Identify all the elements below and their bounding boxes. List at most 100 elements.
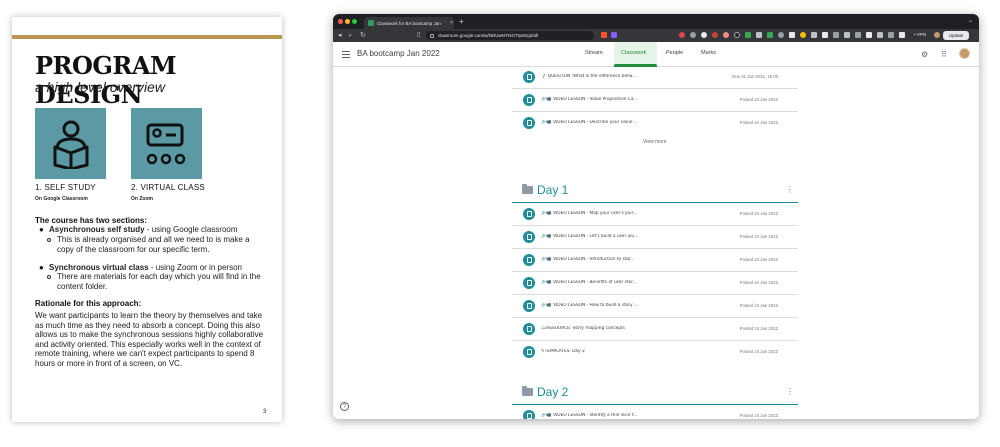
browser-tab-classwork[interactable]: Classwork for BA bootcamp Jan ×: [364, 17, 454, 29]
item-title: 🔗📹 VIDEO LESSON - Value Proposition Ca..…: [541, 97, 638, 102]
topic-name: Day 1: [537, 183, 569, 197]
self-study-sub: On Google Classroom: [35, 196, 88, 202]
download-icon[interactable]: [877, 32, 883, 38]
settings-gear-icon[interactable]: ⚙: [921, 50, 928, 59]
list-item[interactable]: 🔗📹 VIDEO LESSON - Benefits of user stor.…: [512, 272, 798, 295]
material-icon: [523, 254, 535, 266]
extension-icon[interactable]: [800, 32, 806, 38]
extension-icon[interactable]: [844, 32, 850, 38]
list-item[interactable]: ❓ QUESTION :What is the difference betw.…: [512, 66, 798, 89]
bookmark-icon[interactable]: ▯: [417, 31, 420, 38]
vpn-button[interactable]: • VPN: [914, 32, 926, 37]
list-item[interactable]: 🔗📹 VIDEO LESSON - Describe your value ..…: [512, 112, 798, 135]
extension-icon[interactable]: [734, 32, 740, 38]
extension-icon[interactable]: [767, 32, 773, 38]
brave-rewards-icon[interactable]: [611, 32, 617, 38]
profile-avatar-icon[interactable]: [934, 32, 940, 38]
extension-icon[interactable]: [789, 32, 795, 38]
virtual-class-card: [131, 108, 202, 179]
class-title[interactable]: BA bootcamp Jan 2022: [357, 49, 440, 58]
list-item[interactable]: 🔗📹 VIDEO LESSON - Map your user's jour..…: [512, 203, 798, 226]
topic-more-options-icon[interactable]: ⋮: [786, 387, 794, 396]
item-date: Due 31 Jan 2022, 18:00: [732, 74, 778, 79]
topic-more-options-icon[interactable]: ⋮: [786, 185, 794, 194]
list-item[interactable]: 🔗📹 VIDEO LESSON - Introduction to stor..…: [512, 249, 798, 272]
forward-icon[interactable]: ▸: [349, 31, 353, 39]
item-date: Posted 24 Jan 2022: [739, 349, 778, 354]
classwork-content: ❓ QUESTION :What is the difference betw.…: [333, 67, 979, 419]
extension-icon[interactable]: [712, 32, 718, 38]
item-date: Posted 24 Jan 2022: [739, 303, 778, 308]
user-avatar[interactable]: [959, 48, 970, 59]
browser-tab-bar: Classwork for BA bootcamp Jan × + ⌄: [333, 14, 979, 29]
assignment-icon: [523, 71, 535, 83]
list-item[interactable]: 🔗📹 VIDEO LESSON - How to build a story .…: [512, 295, 798, 318]
screenshot-stage: PROGRAM DESIGN a high level overview 1. …: [0, 0, 1000, 447]
list-item[interactable]: 📖RESOURCE: Story mapping concepts Posted…: [512, 318, 798, 341]
hamburger-menu-icon[interactable]: [342, 51, 350, 58]
gold-rule: [12, 35, 282, 39]
item-title: 🔗📹 VIDEO LESSON - Benefits of user stor.…: [541, 280, 637, 285]
new-tab-button[interactable]: +: [459, 17, 464, 26]
address-bar[interactable]: classroom.google.com/w/NDUwNTI4OTIyMzg3/…: [426, 31, 594, 40]
url-text: classroom.google.com/w/NDUwNTI4OTIyMzg3/…: [438, 33, 539, 38]
apps-grid-icon[interactable]: ⠿: [941, 50, 947, 59]
puzzle-icon[interactable]: [866, 32, 872, 38]
extension-icon[interactable]: [723, 32, 729, 38]
view-more-link[interactable]: View more: [643, 139, 667, 145]
browser-window: Classwork for BA bootcamp Jan × + ⌄ ◂ ▸ …: [333, 14, 979, 419]
tab-people[interactable]: People: [666, 50, 683, 56]
tab-stream[interactable]: Stream: [585, 50, 603, 56]
tab-close-icon[interactable]: ×: [450, 20, 453, 26]
list-item[interactable]: ✎TEMPLATES: Day 2 Posted 24 Jan 2022: [512, 341, 798, 364]
minimize-window-button[interactable]: [345, 19, 350, 24]
item-title: ✎TEMPLATES: Day 2: [541, 349, 585, 354]
material-icon: [523, 323, 535, 335]
extension-icon[interactable]: [690, 32, 696, 38]
extension-icon[interactable]: [679, 32, 685, 38]
extension-icon[interactable]: [833, 32, 839, 38]
self-study-card: [35, 108, 106, 179]
classroom-header: BA bootcamp Jan 2022 Stream Classwork Pe…: [333, 42, 979, 67]
virtual-class-label: 2. VIRTUAL CLASS: [131, 183, 205, 192]
list-item[interactable]: 🔗📹 VIDEO LESSON - Identify a thin slice …: [512, 405, 798, 419]
item-title: 🔗📹 VIDEO LESSON - How to build a story .…: [541, 303, 639, 308]
extension-icon[interactable]: [888, 32, 894, 38]
tab-marks[interactable]: Marks: [701, 50, 716, 56]
extension-icon[interactable]: [899, 32, 905, 38]
item-date: Posted 24 Jan 2022: [739, 280, 778, 285]
extension-icon[interactable]: [701, 32, 707, 38]
help-icon[interactable]: ?: [340, 402, 349, 411]
item-date: Posted 24 Jan 2022: [739, 413, 778, 418]
rationale-body: We want participants to learn the theory…: [35, 311, 264, 368]
material-icon: [523, 94, 535, 106]
topic-heading-day-1: Day 1: [522, 183, 568, 197]
brave-shield-icon[interactable]: [601, 32, 607, 38]
material-icon: [523, 346, 535, 358]
tab-classwork[interactable]: Classwork: [621, 50, 646, 56]
tab-search-chevron-icon[interactable]: ⌄: [968, 17, 973, 24]
item-title: 🔗📹 VIDEO LESSON - Introduction to stor..…: [541, 257, 635, 262]
self-study-label: 1. SELF STUDY: [35, 183, 96, 192]
material-icon: [523, 410, 535, 419]
extension-icon[interactable]: [756, 32, 762, 38]
update-button[interactable]: Update: [943, 31, 969, 40]
sub-bullet-circle: [47, 238, 51, 242]
extension-icon[interactable]: [778, 32, 784, 38]
maximize-window-button[interactable]: [352, 19, 357, 24]
extension-icon[interactable]: [822, 32, 828, 38]
item-title: 🔗📹 VIDEO LESSON - Describe your value ..…: [541, 120, 638, 125]
reload-icon[interactable]: ↻: [360, 31, 366, 39]
item-date: Posted 24 Jan 2022: [739, 257, 778, 262]
list-item[interactable]: 🔗📹 VIDEO LESSON - Let's build a user jou…: [512, 226, 798, 249]
list-item[interactable]: 🔗📹 VIDEO LESSON - Value Proposition Ca..…: [512, 89, 798, 112]
extension-icon[interactable]: [855, 32, 861, 38]
material-icon: [523, 117, 535, 129]
item-title: 📖RESOURCE: Story mapping concepts: [541, 326, 625, 331]
extension-icon[interactable]: [745, 32, 751, 38]
bullet-async-detail: This is already organised and all we nee…: [57, 235, 250, 254]
extension-icon[interactable]: [811, 32, 817, 38]
close-window-button[interactable]: [338, 19, 343, 24]
back-icon[interactable]: ◂: [338, 31, 342, 39]
tab-title: Classwork for BA bootcamp Jan: [377, 20, 441, 26]
